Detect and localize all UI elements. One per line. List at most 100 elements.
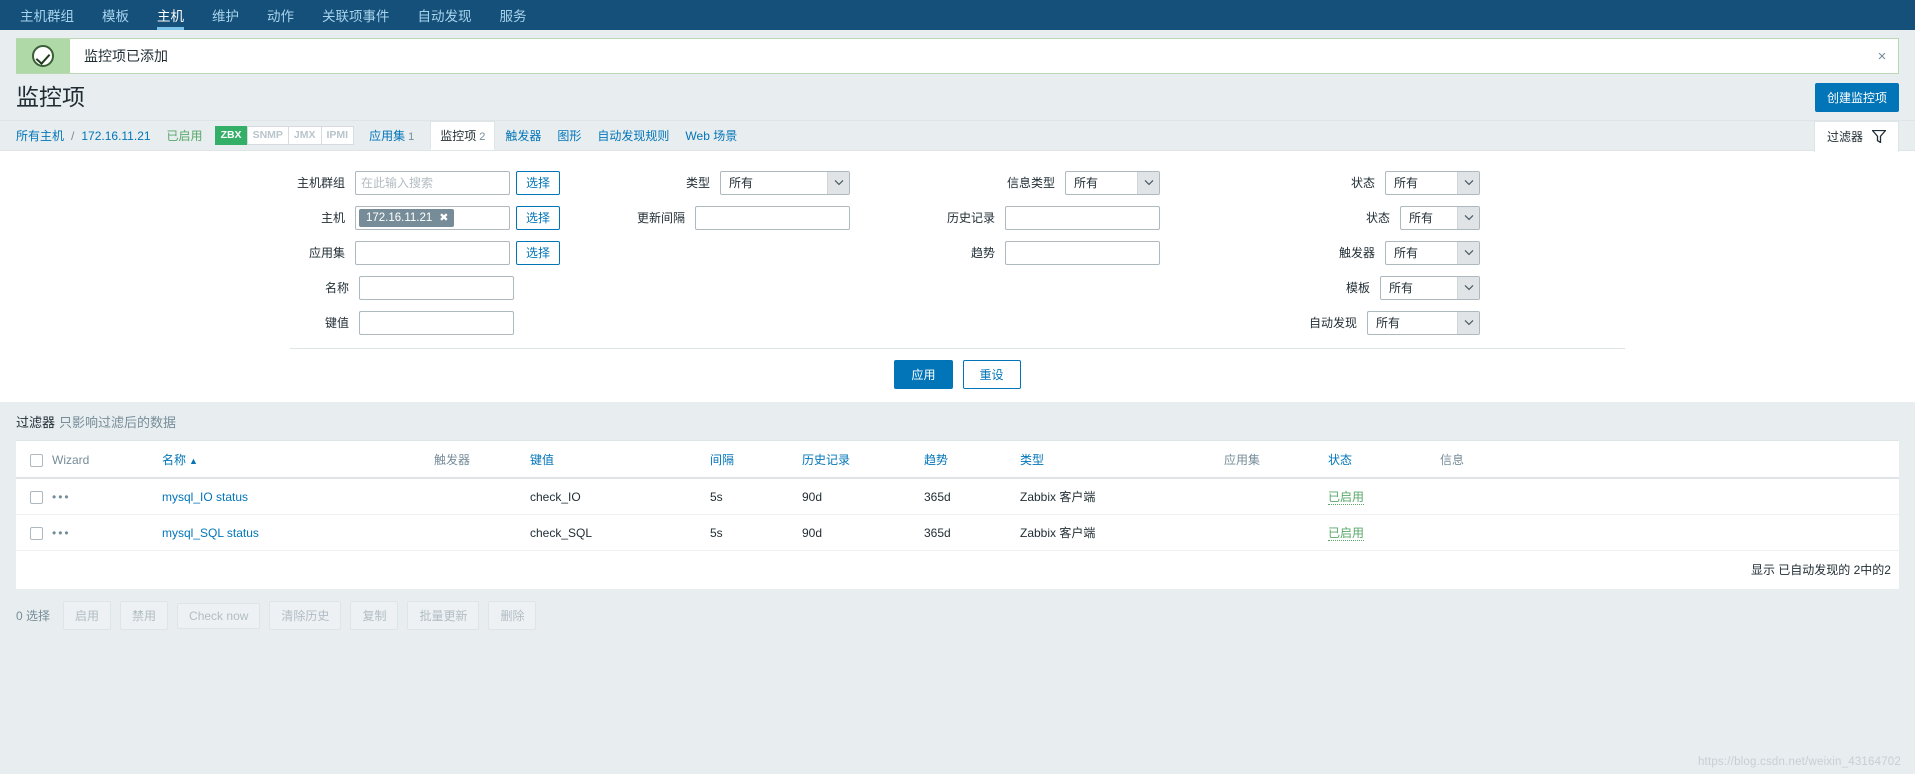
column-header-triggers: 触发器 <box>434 441 530 479</box>
filter-label-name: 名称 <box>324 281 349 295</box>
filter-row-update-interval: 更新间隔 <box>560 200 850 235</box>
disable-button[interactable]: 禁用 <box>120 601 169 630</box>
apply-button[interactable]: 应用 <box>894 360 953 389</box>
delete-button[interactable]: 删除 <box>488 601 537 630</box>
name-input[interactable] <box>359 275 514 300</box>
status-badge[interactable]: 已启用 <box>1328 490 1365 505</box>
funnel-icon <box>1872 130 1886 143</box>
protocol-badge-jmx[interactable]: JMX <box>287 126 322 145</box>
column-header-history[interactable]: 历史记录 <box>802 441 924 479</box>
state-select-value: 所有 <box>1409 211 1434 225</box>
column-header-info: 信息 <box>1440 441 1899 479</box>
nav-item-host-groups[interactable]: 主机群组 <box>6 0 88 30</box>
trends-input[interactable] <box>1005 240 1160 265</box>
host-multiselect[interactable]: 172.16.11.21 ✖ <box>354 205 510 230</box>
copy-button[interactable]: 复制 <box>350 601 399 630</box>
host-group-input[interactable] <box>354 170 510 195</box>
filter-tab-button[interactable]: 过滤器 <box>1813 121 1899 152</box>
history-input[interactable] <box>1005 205 1160 230</box>
row-checkbox[interactable] <box>30 490 43 504</box>
protocol-badge-snmp[interactable]: SNMP <box>246 126 289 145</box>
mass-update-button[interactable]: 批量更新 <box>407 601 480 630</box>
tab-label: 监控项 <box>440 129 477 143</box>
protocol-badge-ipmi[interactable]: IPMI <box>320 126 355 145</box>
watermark-text: https://blog.csdn.net/weixin_43164702 <box>1697 756 1901 768</box>
update-interval-input[interactable] <box>695 205 850 230</box>
row-history-cell: 90d <box>802 478 924 515</box>
key-input[interactable] <box>359 310 514 335</box>
protocol-badge-zbx[interactable]: ZBX <box>214 126 248 145</box>
wizard-menu-icon[interactable]: ••• <box>52 526 71 540</box>
tab-label: Web 场景 <box>685 129 738 143</box>
nav-label: 主机群组 <box>20 9 74 24</box>
items-table-body: ••• mysql_IO status check_IO 5s 90d 365d… <box>16 478 1899 551</box>
type-select[interactable]: 所有 <box>720 170 850 195</box>
nav-item-templates[interactable]: 模板 <box>88 0 143 30</box>
filter-label-trends: 趋势 <box>970 246 995 260</box>
breadcrumb-all-hosts[interactable]: 所有主机 <box>16 127 64 144</box>
column-header-trends[interactable]: 趋势 <box>924 441 1020 479</box>
row-info-cell <box>1440 514 1899 551</box>
row-interval-cell: 5s <box>710 514 802 551</box>
breadcrumb-separator: / <box>71 128 75 143</box>
tab-applications[interactable]: 应用集 1 <box>369 127 414 144</box>
triggers-select[interactable]: 所有 <box>1385 240 1480 265</box>
breadcrumb-host[interactable]: 172.16.11.21 <box>81 129 150 143</box>
tab-web-scenarios[interactable]: Web 场景 <box>685 127 737 144</box>
nav-item-services[interactable]: 服务 <box>486 0 541 30</box>
column-header-interval[interactable]: 间隔 <box>710 441 802 479</box>
nav-label: 自动发现 <box>417 9 472 24</box>
templates-select[interactable]: 所有 <box>1380 275 1480 300</box>
row-checkbox[interactable] <box>30 526 43 540</box>
host-status-enabled[interactable]: 已启用 <box>167 127 203 144</box>
filter-label-discovery: 自动发现 <box>1308 316 1357 330</box>
item-name-link[interactable]: mysql_IO status <box>162 490 248 504</box>
tab-items[interactable]: 监控项 2 <box>430 121 496 150</box>
nav-item-actions[interactable]: 动作 <box>253 0 308 30</box>
item-name-link[interactable]: mysql_SQL status <box>162 526 259 540</box>
row-key-cell: check_IO <box>530 478 710 515</box>
host-select-button[interactable]: 选择 <box>515 205 560 230</box>
column-header-status[interactable]: 状态 <box>1328 441 1440 479</box>
templates-select-value: 所有 <box>1389 281 1414 295</box>
wizard-menu-icon[interactable]: ••• <box>52 490 71 504</box>
filter-row-state: 状态 所有 <box>1160 200 1480 235</box>
status-select[interactable]: 所有 <box>1385 170 1480 195</box>
discovery-select[interactable]: 所有 <box>1367 310 1480 335</box>
filter-column-1: 主机群组 选择 主机 172.16.11.21 ✖ <box>0 165 560 340</box>
nav-item-event-correlation[interactable]: 关联项事件 <box>308 0 404 30</box>
nav-item-maintenance[interactable]: 维护 <box>198 0 253 30</box>
application-select-button[interactable]: 选择 <box>515 240 560 265</box>
column-header-key[interactable]: 键值 <box>530 441 710 479</box>
clear-history-button[interactable]: 清除历史 <box>269 601 342 630</box>
row-status-cell: 已启用 <box>1328 478 1440 515</box>
state-select[interactable]: 所有 <box>1400 205 1480 230</box>
enable-button[interactable]: 启用 <box>63 601 112 630</box>
filter-label-key: 键值 <box>324 316 349 330</box>
create-item-button[interactable]: 创建监控项 <box>1814 82 1899 112</box>
host-group-select-button[interactable]: 选择 <box>515 170 560 195</box>
application-input[interactable] <box>354 240 510 265</box>
protocol-badges: ZBX SNMP JMX IPMI <box>214 126 355 145</box>
check-now-button[interactable]: Check now <box>177 602 261 629</box>
filter-row-spacer-c2c <box>560 305 850 340</box>
tab-triggers[interactable]: 触发器 <box>505 127 541 144</box>
chevron-down-icon <box>1457 311 1479 334</box>
close-icon[interactable]: × <box>1866 39 1898 73</box>
tab-graphs[interactable]: 图形 <box>557 127 581 144</box>
nav-item-hosts[interactable]: 主机 <box>143 0 198 30</box>
column-header-name[interactable]: 名称 ▲ <box>162 441 434 479</box>
triggers-select-value: 所有 <box>1394 246 1419 260</box>
chip-remove-icon[interactable]: ✖ <box>439 211 448 225</box>
tab-label: 应用集 <box>369 129 406 143</box>
nav-item-discovery[interactable]: 自动发现 <box>404 0 486 30</box>
tab-discovery-rules[interactable]: 自动发现规则 <box>597 127 669 144</box>
column-header-type[interactable]: 类型 <box>1020 441 1224 479</box>
value-type-select[interactable]: 所有 <box>1065 170 1160 195</box>
filter-row-history: 历史记录 <box>850 200 1160 235</box>
select-all-checkbox[interactable] <box>30 453 43 467</box>
table-row: ••• mysql_IO status check_IO 5s 90d 365d… <box>16 478 1899 515</box>
status-badge[interactable]: 已启用 <box>1328 526 1365 541</box>
reset-button[interactable]: 重设 <box>962 360 1021 389</box>
footer-action-bar: 0 选择 启用 禁用 Check now 清除历史 复制 批量更新 删除 <box>0 589 1915 630</box>
